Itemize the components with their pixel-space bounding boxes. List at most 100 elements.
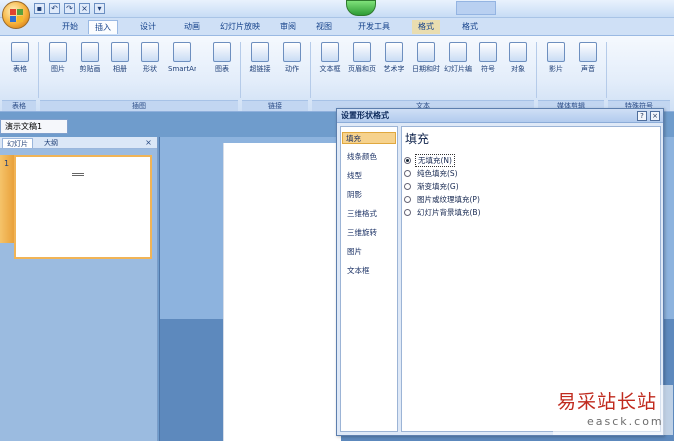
chart-button-label: 图表 <box>215 65 229 73</box>
date-time-button-label: 日期和时间 <box>412 65 440 73</box>
option-gradient-fill[interactable]: 渐变填充(G) <box>404 180 461 192</box>
clipart-button[interactable]: 剪贴画 <box>76 42 104 88</box>
dialog-category-list: 填充 线条颜色 线型 阴影 三维格式 三维旋转 图片 文本框 <box>340 126 398 432</box>
option-label: 图片或纹理填充(P) <box>417 194 480 204</box>
object-button[interactable]: 对象 <box>504 42 532 88</box>
close-icon[interactable]: × <box>79 3 90 14</box>
help-button[interactable]: ? <box>637 111 647 121</box>
option-no-fill[interactable]: 无填充(N) <box>404 153 455 167</box>
contextual-tab-title <box>456 1 496 15</box>
slide-number-button[interactable]: 幻灯片编号 <box>444 42 472 88</box>
group-separator <box>536 42 537 98</box>
sound-icon <box>579 42 597 62</box>
undo-icon[interactable]: ↶ <box>49 3 60 14</box>
header-footer-icon <box>353 42 371 62</box>
option-label: 幻灯片背景填充(B) <box>417 207 481 217</box>
nav-fill[interactable]: 填充 <box>342 132 396 144</box>
smartart-button[interactable]: SmartArt <box>168 42 196 88</box>
radio-button[interactable] <box>404 169 411 177</box>
header-footer-button[interactable]: 页眉和页脚 <box>348 42 376 88</box>
tab-developer[interactable]: 开发工具 <box>352 20 396 34</box>
hyperlink-button[interactable]: 超链接 <box>246 42 274 88</box>
tab-format[interactable]: 格式 <box>456 20 484 34</box>
option-label: 渐变填充(G) <box>417 181 459 191</box>
slide-thumbnail[interactable] <box>14 155 152 259</box>
clipart-button-label: 剪贴画 <box>79 65 101 73</box>
option-slide-background-fill[interactable]: 幻灯片背景填充(B) <box>404 206 483 218</box>
tab-outline[interactable]: 大纲 <box>40 138 62 148</box>
shapes-button-label: 形状 <box>143 65 157 73</box>
object-icon <box>509 42 527 62</box>
chart-button[interactable]: 图表 <box>208 42 236 88</box>
dialog-title: 设置形状格式 <box>337 109 663 123</box>
smartart-icon <box>173 42 191 62</box>
option-label: 无填充(N) <box>415 153 455 167</box>
close-icon[interactable]: × <box>144 138 153 147</box>
shapes-button[interactable]: 形状 <box>136 42 164 88</box>
tab-slides[interactable]: 幻灯片 <box>2 138 33 148</box>
customize-icon[interactable]: ▾ <box>94 3 105 14</box>
site-watermark: 易采站长站 easck.com <box>553 385 673 435</box>
slide-thumbnail-mark <box>72 173 84 176</box>
action-button[interactable]: 动作 <box>278 42 306 88</box>
movie-button[interactable]: 影片 <box>542 42 570 88</box>
pane-splitter[interactable] <box>159 137 160 441</box>
group-label-illustrations: 插图 <box>40 100 238 111</box>
tab-review[interactable]: 审阅 <box>274 20 302 34</box>
movie-icon <box>547 42 565 62</box>
tab-home[interactable]: 开始 <box>56 20 84 34</box>
save-icon[interactable]: ▪ <box>34 3 45 14</box>
nav-line-style[interactable]: 线型 <box>344 170 365 182</box>
shapes-icon <box>141 42 159 62</box>
textbox-button[interactable]: 文本框 <box>316 42 344 88</box>
ribbon-tabs: 开始 插入 设计 动画 幻灯片放映 审阅 视图 开发工具 格式 格式 <box>0 18 674 36</box>
textbox-button-label: 文本框 <box>319 65 341 73</box>
clipart-icon <box>81 42 99 62</box>
tab-animations[interactable]: 动画 <box>178 20 206 34</box>
dialog-close-button[interactable]: × <box>650 111 660 121</box>
table-icon <box>11 42 29 62</box>
sound-button-label: 声音 <box>581 65 595 73</box>
radio-button[interactable] <box>404 195 411 203</box>
group-label-tables: 表格 <box>2 100 36 111</box>
radio-button[interactable] <box>404 182 411 190</box>
watermark-text-cn: 易采站长站 <box>557 391 658 413</box>
movie-button-label: 影片 <box>549 65 563 73</box>
option-label: 纯色填充(S) <box>417 168 458 178</box>
nav-3d-format[interactable]: 三维格式 <box>344 208 380 220</box>
tab-insert[interactable]: 插入 <box>88 20 118 34</box>
nav-line-color[interactable]: 线条颜色 <box>344 151 380 163</box>
radio-button[interactable] <box>404 156 411 164</box>
tab-format-contextual[interactable]: 格式 <box>412 20 440 34</box>
nav-text-box[interactable]: 文本框 <box>344 265 373 277</box>
radio-button[interactable] <box>404 208 411 216</box>
redo-icon[interactable]: ↷ <box>64 3 75 14</box>
slide-canvas[interactable] <box>223 143 341 441</box>
action-button-label: 动作 <box>285 65 299 73</box>
date-time-button[interactable]: 日期和时间 <box>412 42 440 88</box>
album-button[interactable]: 相册 <box>106 42 134 88</box>
title-bar: ▪ ↶ ↷ × ▾ <box>0 0 674 18</box>
office-button[interactable] <box>2 1 30 29</box>
wordart-button[interactable]: 艺术字 <box>380 42 408 88</box>
group-separator <box>606 42 607 98</box>
chart-icon <box>213 42 231 62</box>
option-picture-texture-fill[interactable]: 图片或纹理填充(P) <box>404 193 482 205</box>
group-separator <box>240 42 241 98</box>
option-solid-fill[interactable]: 纯色填充(S) <box>404 167 460 179</box>
picture-button[interactable]: 图片 <box>44 42 72 88</box>
nav-picture[interactable]: 图片 <box>344 246 365 258</box>
calendar-icon <box>417 42 435 62</box>
sound-button[interactable]: 声音 <box>574 42 602 88</box>
document-tab[interactable]: 演示文稿1 <box>0 119 68 134</box>
nav-3d-rotation[interactable]: 三维旋转 <box>344 227 380 239</box>
table-button[interactable]: 表格 <box>6 42 34 88</box>
tab-slideshow[interactable]: 幻灯片放映 <box>214 20 266 34</box>
slide-number: 1 <box>4 159 10 168</box>
nav-shadow[interactable]: 阴影 <box>344 189 365 201</box>
smartart-button-label: SmartArt <box>168 65 196 73</box>
symbol-button[interactable]: 符号 <box>474 42 502 88</box>
tab-design[interactable]: 设计 <box>134 20 162 34</box>
slide-number-button-label: 幻灯片编号 <box>444 65 472 73</box>
tab-view[interactable]: 视图 <box>310 20 338 34</box>
